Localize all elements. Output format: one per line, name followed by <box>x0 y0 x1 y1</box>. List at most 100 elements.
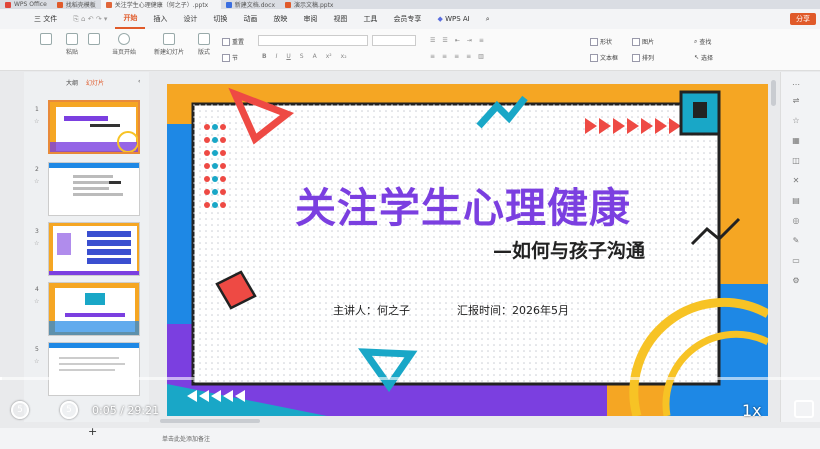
presenter-text[interactable]: 主讲人：何之子 <box>333 302 410 318</box>
align-tools[interactable]: ≡ ≡ ≡ ≡ ▥ <box>430 53 484 60</box>
font-family-select[interactable] <box>258 35 368 46</box>
file-menu[interactable]: 三 文件 <box>0 9 65 29</box>
menu-undo-redo[interactable]: ⎘ ⌂ ↶ ↷ ▾ <box>65 9 115 29</box>
word-icon <box>225 1 232 8</box>
rewind-5-icon[interactable]: 5 <box>11 401 29 419</box>
ppt-icon <box>285 1 292 8</box>
menu-transition[interactable]: 切换 <box>205 9 235 29</box>
tab-wps-office[interactable]: WPS Office <box>0 0 52 9</box>
design-icon[interactable]: ◫ <box>791 156 801 166</box>
ribbon-toolbar: 粘贴 当页开始 新建幻灯片 版式 重置 节 B I U S Ax² x₂ ☰ ☰ ⇤ ⇥ ≡ ≡ ≡… <box>0 29 820 71</box>
ppt-icon <box>105 1 112 8</box>
slide-thumbnail-1[interactable] <box>48 100 140 154</box>
new-slide-icon <box>163 33 175 45</box>
horizontal-scrollbar[interactable] <box>160 419 260 423</box>
section-button[interactable]: 节 <box>222 53 238 62</box>
tab-pptx2[interactable]: 演示文稿.pptx <box>280 0 338 9</box>
tab-slides[interactable]: 幻灯片 <box>86 78 104 87</box>
slide-number: 4 <box>35 286 39 293</box>
wps-logo-icon <box>5 1 11 8</box>
playback-speed-button[interactable]: 1x <box>742 401 762 420</box>
menu-tools[interactable]: 工具 <box>355 9 385 29</box>
status-bar: 单击此处添加备注 + <box>0 425 820 449</box>
slide-subtitle[interactable]: —如何与孩子沟通 <box>493 236 645 263</box>
add-slide-icon[interactable]: + <box>88 425 97 438</box>
clipboard-icon <box>66 33 78 45</box>
reset-icon <box>222 37 230 46</box>
layers-icon[interactable]: ▤ <box>791 196 801 206</box>
vertical-scrollbar[interactable] <box>771 80 776 106</box>
adjust-icon[interactable]: ⇌ <box>791 96 801 106</box>
paragraph-tools[interactable]: ☰ ☰ ⇤ ⇥ ≡ <box>430 37 484 44</box>
section-icon <box>222 53 230 62</box>
notes-placeholder[interactable]: 单击此处添加备注 <box>162 434 210 443</box>
report-time-text[interactable]: 汇报时间：2026年5月 <box>457 302 569 318</box>
slide-thumbnail-4[interactable] <box>48 282 140 336</box>
cut-button[interactable] <box>88 33 100 45</box>
collapse-icon[interactable]: ‹ <box>138 78 140 87</box>
star-icon: ☆ <box>34 240 40 247</box>
tools-icon[interactable]: ✕ <box>791 176 801 186</box>
text-icon[interactable]: ▭ <box>791 256 801 266</box>
new-slide-button[interactable]: 新建幻灯片 <box>154 33 184 56</box>
format-painter-button[interactable] <box>40 33 52 45</box>
slide-number: 1 <box>35 106 39 113</box>
layout-button[interactable]: 版式 <box>198 33 210 56</box>
arrange-button[interactable]: 排列 <box>632 53 654 62</box>
animation-icon[interactable]: ◎ <box>791 216 801 226</box>
settings-icon[interactable]: ⚙ <box>791 276 801 286</box>
reset-button[interactable]: 重置 <box>222 37 244 46</box>
tab-outline[interactable]: 大纲 <box>66 78 78 87</box>
slide-title[interactable]: 关注学生心理健康 <box>263 174 663 234</box>
picture-button[interactable]: 图片 <box>632 37 654 46</box>
brush-icon <box>40 33 52 45</box>
font-size-select[interactable] <box>372 35 416 46</box>
play-from-current-button[interactable]: 当页开始 <box>112 33 136 56</box>
share-button[interactable]: 分享 <box>790 13 816 25</box>
template-icon[interactable]: ▦ <box>791 136 801 146</box>
shape-button[interactable]: 形状 <box>590 37 612 46</box>
shape-icon <box>590 37 598 46</box>
star-icon: ☆ <box>34 118 40 125</box>
menu-design[interactable]: 设计 <box>175 9 205 29</box>
forward-5-icon[interactable]: 5 <box>60 401 78 419</box>
star-icon: ☆ <box>34 358 40 365</box>
video-progress-fill <box>0 377 3 380</box>
find-button[interactable]: ⌕ 查找 <box>694 37 711 47</box>
menu-bar: 三 文件 ⎘ ⌂ ↶ ↷ ▾ 开始 插入 设计 切换 动画 放映 审阅 视图 工… <box>0 9 820 29</box>
video-progress-bar[interactable] <box>0 377 820 380</box>
slide-background-graphic <box>167 84 768 416</box>
slide-number: 3 <box>35 228 39 235</box>
menu-slideshow[interactable]: 放映 <box>265 9 295 29</box>
star-icon: ☆ <box>34 298 40 305</box>
pen-icon[interactable]: ✎ <box>791 236 801 246</box>
star-icon[interactable]: ☆ <box>791 116 801 126</box>
font-format-tools[interactable]: B I U S Ax² x₂ <box>262 53 347 60</box>
more-icon[interactable]: ⋯ <box>791 80 801 90</box>
paste-button[interactable]: 粘贴 <box>66 33 78 56</box>
arrange-icon <box>632 53 640 62</box>
textbox-button[interactable]: 文本框 <box>590 53 618 62</box>
cursor-icon: ↖ <box>694 54 700 61</box>
picture-in-picture-icon[interactable] <box>794 400 814 418</box>
tab-template[interactable]: 找稻壳模板 <box>52 0 101 9</box>
search-icon[interactable]: ⌕ <box>478 9 498 29</box>
tab-docx[interactable]: 新建文档.docx <box>221 0 280 9</box>
slide-thumbnail-2[interactable] <box>48 162 140 216</box>
menu-review[interactable]: 审阅 <box>295 9 325 29</box>
menu-view[interactable]: 视图 <box>325 9 355 29</box>
menu-wps-ai[interactable]: ◆ WPS AI <box>429 9 477 29</box>
slide-number: 5 <box>35 346 39 353</box>
video-time: 0:05 / 29:21 <box>92 404 160 417</box>
search-icon: ⌕ <box>694 37 698 45</box>
picture-icon <box>632 37 640 46</box>
select-button[interactable]: ↖ 选择 <box>694 53 713 62</box>
slide-thumbnail-5[interactable] <box>48 342 140 396</box>
menu-home[interactable]: 开始 <box>115 9 146 29</box>
tab-current-pptx[interactable]: 关注学生心理健康（何之子）.pptx <box>100 0 221 9</box>
menu-animation[interactable]: 动画 <box>235 9 265 29</box>
current-slide[interactable]: 关注学生心理健康 —如何与孩子沟通 主讲人：何之子 汇报时间：2026年5月 <box>167 84 768 416</box>
slide-thumbnail-3[interactable] <box>48 222 140 276</box>
menu-member[interactable]: 会员专享 <box>385 9 429 29</box>
menu-insert[interactable]: 插入 <box>145 9 175 29</box>
